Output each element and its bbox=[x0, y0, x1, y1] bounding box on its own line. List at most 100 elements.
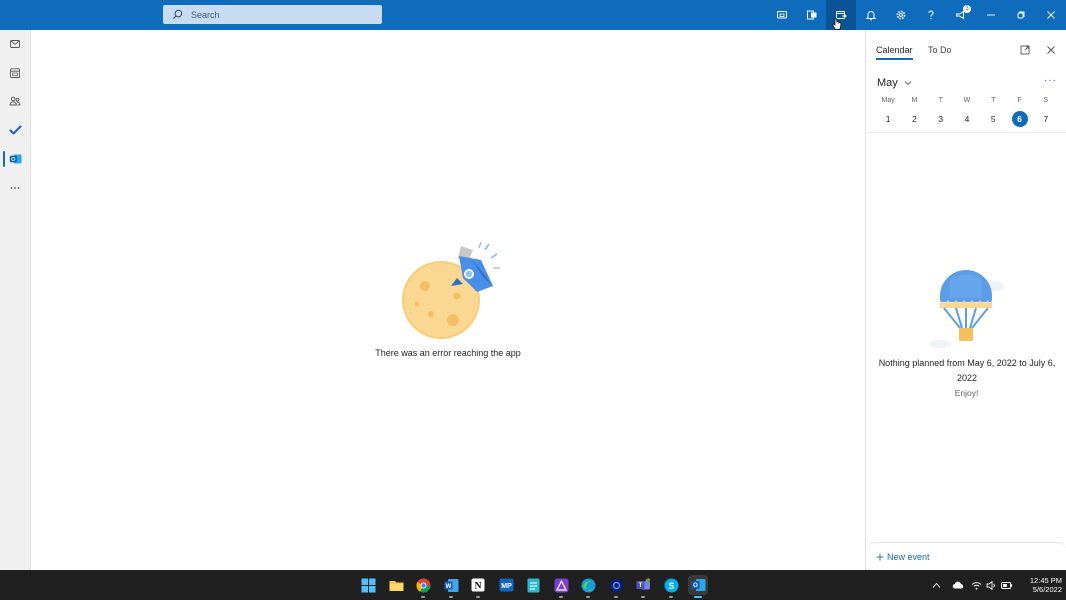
moon-rocket-illustration bbox=[401, 238, 505, 346]
taskbar-edge[interactable] bbox=[578, 575, 598, 598]
minimize-button[interactable] bbox=[976, 0, 1006, 30]
day-name: W bbox=[963, 97, 971, 104]
chevron-up-icon bbox=[932, 582, 941, 589]
speaker-icon bbox=[986, 580, 997, 590]
media-app-icon bbox=[609, 578, 624, 593]
rail-todo[interactable] bbox=[0, 117, 30, 143]
windows-start-icon bbox=[361, 578, 376, 593]
day-name: T bbox=[991, 97, 996, 104]
mail-icon bbox=[9, 38, 21, 50]
taskbar-affinity[interactable] bbox=[551, 575, 571, 598]
clock-time: 12:45 PM bbox=[1029, 576, 1062, 585]
title-bar: Search 3 bbox=[0, 0, 1066, 30]
edge-icon bbox=[581, 578, 596, 593]
close-window-button[interactable] bbox=[1036, 0, 1066, 30]
todo-icon bbox=[8, 124, 22, 136]
battery-plug-icon bbox=[1001, 581, 1013, 590]
day-tue[interactable]: T 3 bbox=[928, 97, 954, 127]
expand-icon bbox=[1020, 45, 1030, 55]
app-rail: O bbox=[0, 30, 31, 570]
month-selector[interactable]: May bbox=[877, 77, 912, 89]
bell-icon bbox=[865, 9, 877, 21]
day-name: May bbox=[881, 97, 895, 104]
day-fri[interactable]: F 6 bbox=[1006, 97, 1032, 127]
word-icon: W bbox=[444, 578, 459, 593]
taskbar-skype[interactable]: S bbox=[661, 575, 681, 598]
taskbar-teams[interactable]: T bbox=[633, 575, 653, 598]
day-sat[interactable]: S 7 bbox=[1033, 97, 1059, 127]
day-number: 5 bbox=[990, 114, 996, 124]
mp-app-icon: MP bbox=[499, 578, 514, 592]
outlook-icon: O bbox=[9, 153, 22, 165]
wifi-tray-button[interactable] bbox=[971, 570, 982, 600]
feedback-button[interactable]: 3 bbox=[946, 0, 976, 30]
windows-start-button[interactable] bbox=[358, 575, 378, 595]
meet-now-button[interactable] bbox=[767, 0, 797, 30]
restore-icon bbox=[1016, 10, 1026, 20]
cloud-icon bbox=[952, 581, 964, 589]
show-hidden-icons-button[interactable] bbox=[932, 570, 941, 600]
day-number: 2 bbox=[912, 114, 917, 124]
new-event-label: New event bbox=[887, 552, 930, 562]
expand-pane-button[interactable] bbox=[1017, 42, 1033, 58]
taskbar-chrome[interactable] bbox=[413, 575, 433, 598]
office-apps-icon bbox=[806, 9, 818, 21]
day-name: T bbox=[938, 97, 943, 104]
chevron-down-icon bbox=[904, 80, 912, 86]
more-options-button[interactable]: ··· bbox=[1044, 75, 1057, 86]
rail-more-apps[interactable] bbox=[0, 175, 30, 201]
new-event-bar: New event bbox=[866, 542, 1066, 571]
taskbar-mp-app[interactable]: MP bbox=[496, 575, 516, 595]
day-sun[interactable]: May 1 bbox=[875, 97, 901, 127]
svg-text:O: O bbox=[693, 583, 698, 589]
taskbar-word[interactable]: W bbox=[441, 575, 461, 598]
taskbar-outlook[interactable]: O bbox=[688, 575, 708, 598]
divider bbox=[866, 132, 1066, 133]
help-button[interactable] bbox=[916, 0, 946, 30]
restore-button[interactable] bbox=[1006, 0, 1036, 30]
volume-tray-button[interactable] bbox=[986, 570, 997, 600]
day-wed[interactable]: W 4 bbox=[954, 97, 980, 127]
notion-letter: N bbox=[475, 582, 482, 592]
office-apps-button[interactable] bbox=[797, 0, 827, 30]
search-box[interactable]: Search bbox=[163, 5, 382, 24]
hot-air-balloon-illustration bbox=[926, 270, 1006, 350]
day-mon[interactable]: M 2 bbox=[901, 97, 927, 127]
rail-calendar[interactable] bbox=[0, 60, 30, 86]
settings-button[interactable] bbox=[886, 0, 916, 30]
taskbar-media-app[interactable] bbox=[606, 575, 626, 598]
day-name: M bbox=[911, 97, 918, 104]
rail-people[interactable] bbox=[0, 88, 30, 114]
tab-calendar[interactable]: Calendar bbox=[876, 45, 913, 60]
search-placeholder: Search bbox=[191, 9, 220, 20]
day-thu[interactable]: T 5 bbox=[980, 97, 1006, 127]
taskbar-file-explorer[interactable] bbox=[386, 575, 406, 595]
mp-letters: MP bbox=[501, 583, 512, 590]
system-clock[interactable]: 12:45 PM 5/6/2022 bbox=[1016, 576, 1062, 594]
power-tray-button[interactable] bbox=[1001, 570, 1013, 600]
notifications-button[interactable] bbox=[856, 0, 886, 30]
day-number: 3 bbox=[938, 114, 944, 124]
taskbar-notion[interactable]: N bbox=[468, 575, 488, 598]
day-name: F bbox=[1017, 97, 1022, 104]
new-event-button[interactable]: New event bbox=[876, 552, 930, 562]
people-icon bbox=[9, 95, 21, 107]
close-icon bbox=[1046, 45, 1056, 55]
tab-todo[interactable]: To Do bbox=[928, 45, 952, 55]
affinity-icon bbox=[554, 578, 569, 593]
close-pane-button[interactable] bbox=[1043, 42, 1059, 58]
calendar-icon bbox=[9, 67, 21, 79]
close-icon bbox=[1046, 10, 1056, 20]
clock-date: 5/6/2022 bbox=[1032, 585, 1062, 594]
search-icon bbox=[172, 9, 183, 20]
plus-icon bbox=[876, 553, 884, 561]
my-day-button[interactable] bbox=[826, 0, 856, 30]
taskbar-notepad[interactable] bbox=[523, 575, 543, 595]
day-number: 1 bbox=[885, 114, 891, 124]
onedrive-tray-button[interactable] bbox=[952, 570, 964, 600]
empty-state-message: Nothing planned from May 6, 2022 to July… bbox=[878, 358, 1056, 383]
rail-mail[interactable] bbox=[0, 31, 30, 57]
day-number: 7 bbox=[1043, 114, 1049, 124]
my-day-pane: Calendar To Do May ··· May 1 M 2 T 3 W 4… bbox=[865, 30, 1066, 570]
rail-outlook[interactable]: O bbox=[0, 146, 30, 172]
